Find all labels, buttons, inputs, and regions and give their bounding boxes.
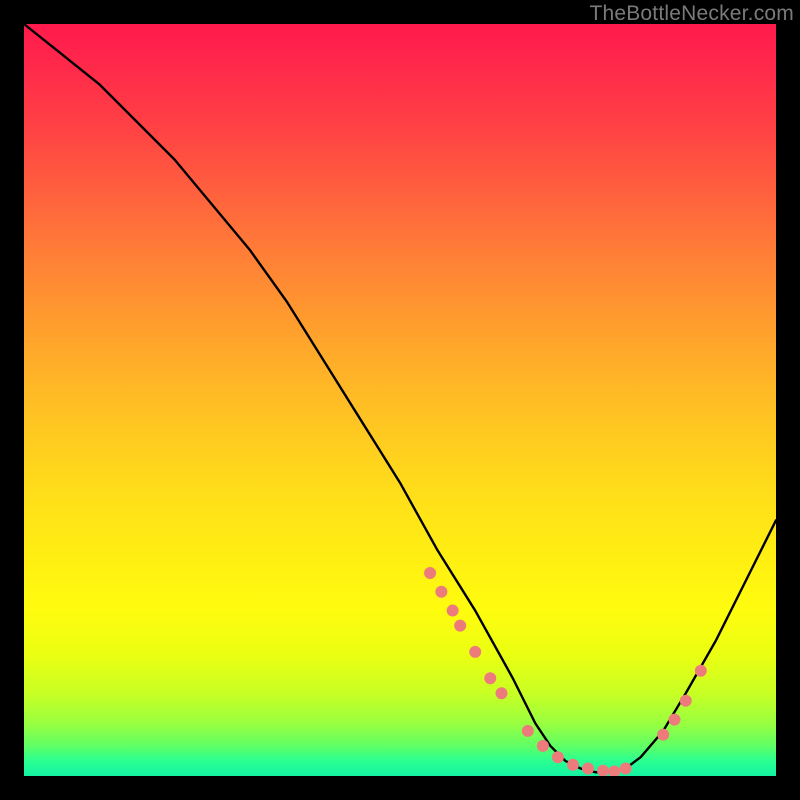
marker-dot [496, 687, 508, 699]
marker-dot [620, 762, 632, 774]
plot-area [24, 24, 776, 776]
curve-layer [24, 24, 776, 776]
marker-dot [484, 672, 496, 684]
marker-dot [608, 765, 620, 776]
curve-line [24, 24, 776, 772]
chart-stage: TheBottleNecker.com [0, 0, 800, 800]
marker-dot [537, 740, 549, 752]
marker-dot [469, 646, 481, 658]
marker-dot [597, 765, 609, 776]
marker-dot [424, 567, 436, 579]
marker-dot [435, 586, 447, 598]
marker-dot [447, 605, 459, 617]
marker-dot [695, 665, 707, 677]
marker-dot [454, 620, 466, 632]
marker-dot [567, 759, 579, 771]
marker-dot [668, 714, 680, 726]
marker-dot [680, 695, 692, 707]
bottleneck-curve [24, 24, 776, 772]
marker-dot [522, 725, 534, 737]
marker-dot [552, 751, 564, 763]
marker-dot [657, 729, 669, 741]
marker-dot [582, 762, 594, 774]
watermark-text: TheBottleNecker.com [589, 2, 794, 26]
